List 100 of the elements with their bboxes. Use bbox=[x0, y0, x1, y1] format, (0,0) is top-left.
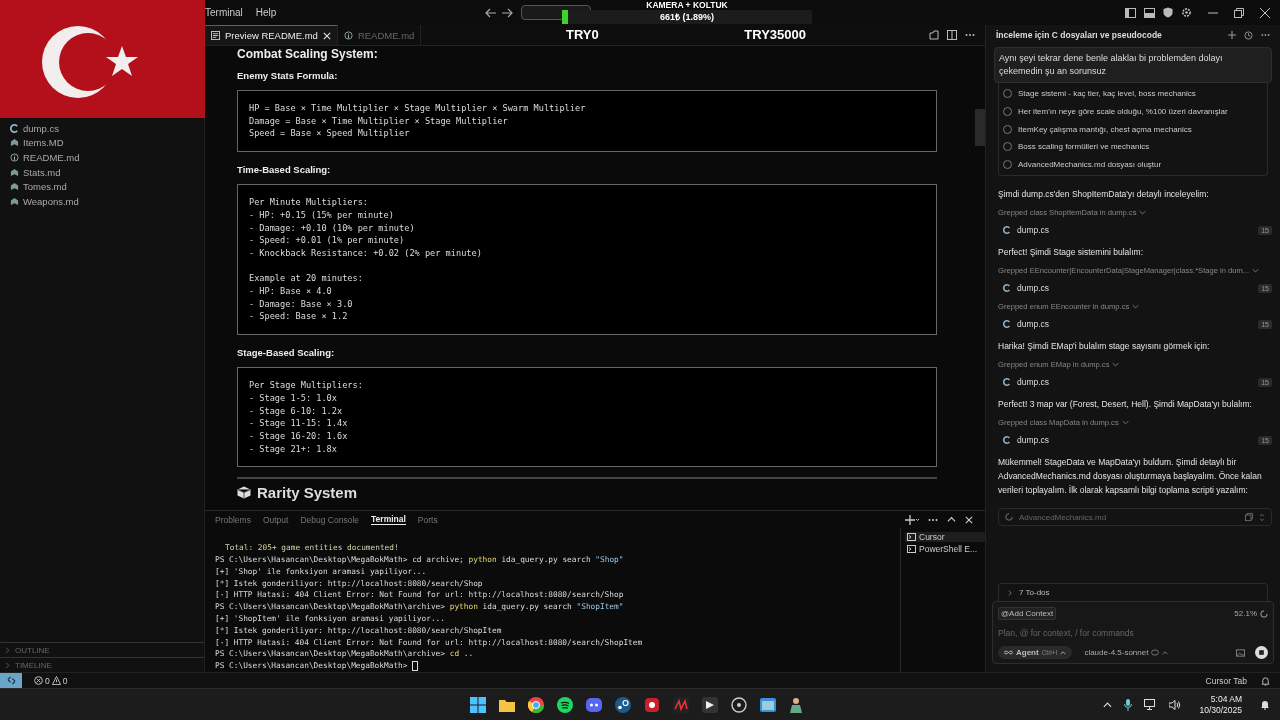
model-selector[interactable]: claude-4.5-sonnet bbox=[1078, 647, 1175, 658]
terminal-item[interactable]: PowerShell E... bbox=[905, 544, 985, 555]
infinity-icon bbox=[1004, 650, 1013, 655]
record-app-icon[interactable] bbox=[644, 696, 660, 713]
code-line: - Speed: Base × 1.2 bbox=[249, 310, 349, 324]
file-link[interactable]: dump.cs bbox=[1017, 435, 1050, 446]
panel-tab[interactable]: Terminal bbox=[371, 514, 406, 526]
chat-app-icon[interactable] bbox=[586, 697, 602, 712]
shield-icon[interactable] bbox=[1163, 7, 1173, 18]
file-name[interactable]: Tomes.md bbox=[23, 181, 67, 193]
zigzag-app-icon[interactable] bbox=[673, 696, 689, 713]
file-link[interactable]: dump.cs bbox=[1017, 283, 1050, 294]
code-line: - Stage 1-5: 1.0x bbox=[249, 391, 338, 405]
terminal-icon bbox=[907, 533, 916, 542]
add-context-button[interactable]: @Add Context bbox=[998, 607, 1057, 620]
sidebar-toggle-icon[interactable] bbox=[1125, 7, 1136, 18]
chevron-right-icon bbox=[1007, 589, 1013, 596]
todo-text: Her item'ın neye göre scale olduğu, %100 üzeri davranışlar bbox=[1018, 107, 1228, 117]
section-heading: Combat Scaling System: bbox=[237, 46, 379, 62]
close-icon[interactable] bbox=[1260, 7, 1270, 18]
chevron-up-icon[interactable] bbox=[1103, 701, 1113, 708]
expand-icon[interactable] bbox=[1259, 512, 1265, 522]
network-icon[interactable] bbox=[1144, 699, 1158, 710]
chat-input[interactable]: Plan, @ for context, / for commands bbox=[998, 628, 1268, 638]
more-icon[interactable] bbox=[1261, 33, 1270, 37]
folder-icon[interactable] bbox=[499, 697, 515, 712]
file-link[interactable]: dump.cs bbox=[1017, 225, 1050, 236]
terminal-item[interactable]: Cursor bbox=[905, 532, 985, 543]
code-line: HP = Base × Time Multiplier × Stage Multiplier × Swarm Multiplier bbox=[249, 102, 587, 115]
stop-button-icon[interactable] bbox=[1255, 646, 1268, 659]
code-line: Damage = Base × Time Multiplier × Stage Multiplier bbox=[249, 114, 509, 128]
code-line: Per Minute Multipliers: bbox=[249, 196, 369, 209]
windows-logo-icon[interactable] bbox=[470, 696, 486, 713]
panel-toggle-icon[interactable] bbox=[1144, 7, 1155, 18]
close-icon[interactable] bbox=[322, 31, 331, 40]
history-icon[interactable] bbox=[1244, 30, 1253, 40]
volume-icon[interactable] bbox=[1169, 699, 1182, 710]
warning-icon bbox=[51, 676, 61, 685]
more-icon[interactable] bbox=[965, 33, 975, 37]
scrollbar-thumb-icon[interactable] bbox=[975, 109, 985, 146]
todo-text: ItemKey çalışma mantığı, chest açma mechanics bbox=[1018, 124, 1192, 134]
chat-title: İnceleme için C dosyaları ve pseudocode bbox=[996, 30, 1163, 40]
new-terminal-icon[interactable] bbox=[905, 514, 919, 525]
figure-app-icon[interactable] bbox=[789, 696, 803, 713]
editor-tab[interactable]: Preview README.md bbox=[205, 25, 338, 45]
remote-icon bbox=[6, 676, 16, 685]
forward-arrow-icon[interactable] bbox=[501, 7, 514, 18]
preview-icon bbox=[211, 31, 220, 40]
split-editor-icon[interactable] bbox=[947, 30, 957, 40]
status-item[interactable]: Cursor Tab bbox=[1205, 675, 1247, 686]
panel-tab[interactable]: Output bbox=[262, 514, 289, 525]
panel-tab[interactable]: Problems bbox=[215, 514, 251, 525]
circle-app-icon[interactable] bbox=[731, 696, 747, 713]
context-usage: 52.1% bbox=[1234, 609, 1257, 618]
file-name[interactable]: Items.MD bbox=[23, 137, 64, 149]
assistant-message: Harika! Şimdi EMap'i bulalım stage sayısını görmek için: bbox=[998, 340, 1211, 354]
file-link[interactable]: dump.cs bbox=[1017, 377, 1050, 388]
chevron-up-icon bbox=[1060, 649, 1067, 656]
window-app-icon[interactable] bbox=[760, 697, 776, 712]
browser-icon[interactable] bbox=[528, 696, 544, 713]
file-name[interactable]: Weapons.md bbox=[23, 195, 79, 207]
copy-icon[interactable] bbox=[1245, 512, 1253, 521]
plus-icon[interactable] bbox=[1228, 31, 1236, 39]
code-line: - Speed: +0.01 (1% per minute) bbox=[249, 234, 406, 247]
game-store-icon[interactable] bbox=[615, 696, 631, 713]
todo-text: Boss scaling formülleri ve mechanics bbox=[1018, 142, 1150, 152]
panel-tab[interactable]: Debug Console bbox=[300, 514, 360, 525]
settings-icon[interactable] bbox=[1181, 7, 1192, 18]
bell-icon[interactable] bbox=[1261, 675, 1270, 686]
cs-file-icon bbox=[1003, 436, 1011, 445]
more-icon[interactable] bbox=[928, 517, 938, 522]
code-line: - Damage: +0.10 (10% per minute) bbox=[249, 221, 416, 235]
code-line: - Damage: Base × 3.0 bbox=[249, 297, 354, 311]
file-name[interactable]: Stats.md bbox=[23, 166, 61, 178]
code-line: - Stage 21+: 1.8x bbox=[249, 442, 338, 456]
menu-item[interactable]: Terminal bbox=[205, 7, 250, 18]
problems-indicator[interactable]: 0 0 bbox=[28, 674, 74, 687]
maximize-icon[interactable] bbox=[1234, 7, 1244, 18]
cs-file-icon bbox=[1003, 226, 1011, 235]
file-name[interactable]: dump.cs bbox=[23, 122, 59, 134]
open-file-icon[interactable] bbox=[929, 30, 939, 40]
code-line: - Stage 6-10: 1.2x bbox=[249, 404, 344, 418]
todo-text: AdvancedMechanics.md dosyası oluştur bbox=[1018, 160, 1162, 170]
back-arrow-icon[interactable] bbox=[485, 7, 498, 18]
clock[interactable]: 5:04 AM 10/30/2025 bbox=[1193, 692, 1248, 717]
notification-bell-icon[interactable] bbox=[1260, 699, 1270, 710]
close-icon[interactable] bbox=[965, 515, 973, 524]
code-line: - Stage 16-20: 1.6x bbox=[249, 429, 349, 443]
remote-button[interactable] bbox=[0, 673, 22, 688]
file-link[interactable]: dump.cs bbox=[1017, 319, 1050, 330]
menu-item[interactable]: Help bbox=[255, 7, 284, 18]
microphone-icon[interactable] bbox=[1124, 698, 1133, 711]
music-app-icon[interactable] bbox=[557, 696, 573, 713]
file-name[interactable]: README.md bbox=[23, 152, 80, 163]
chevron-up-icon bbox=[1162, 649, 1169, 656]
code-editor-icon[interactable] bbox=[702, 696, 718, 713]
image-icon[interactable] bbox=[1236, 648, 1245, 657]
code-line: Per Stage Multipliers: bbox=[249, 379, 364, 392]
chevron-up-icon[interactable] bbox=[947, 515, 956, 525]
panel-tab[interactable]: Ports bbox=[417, 514, 438, 525]
